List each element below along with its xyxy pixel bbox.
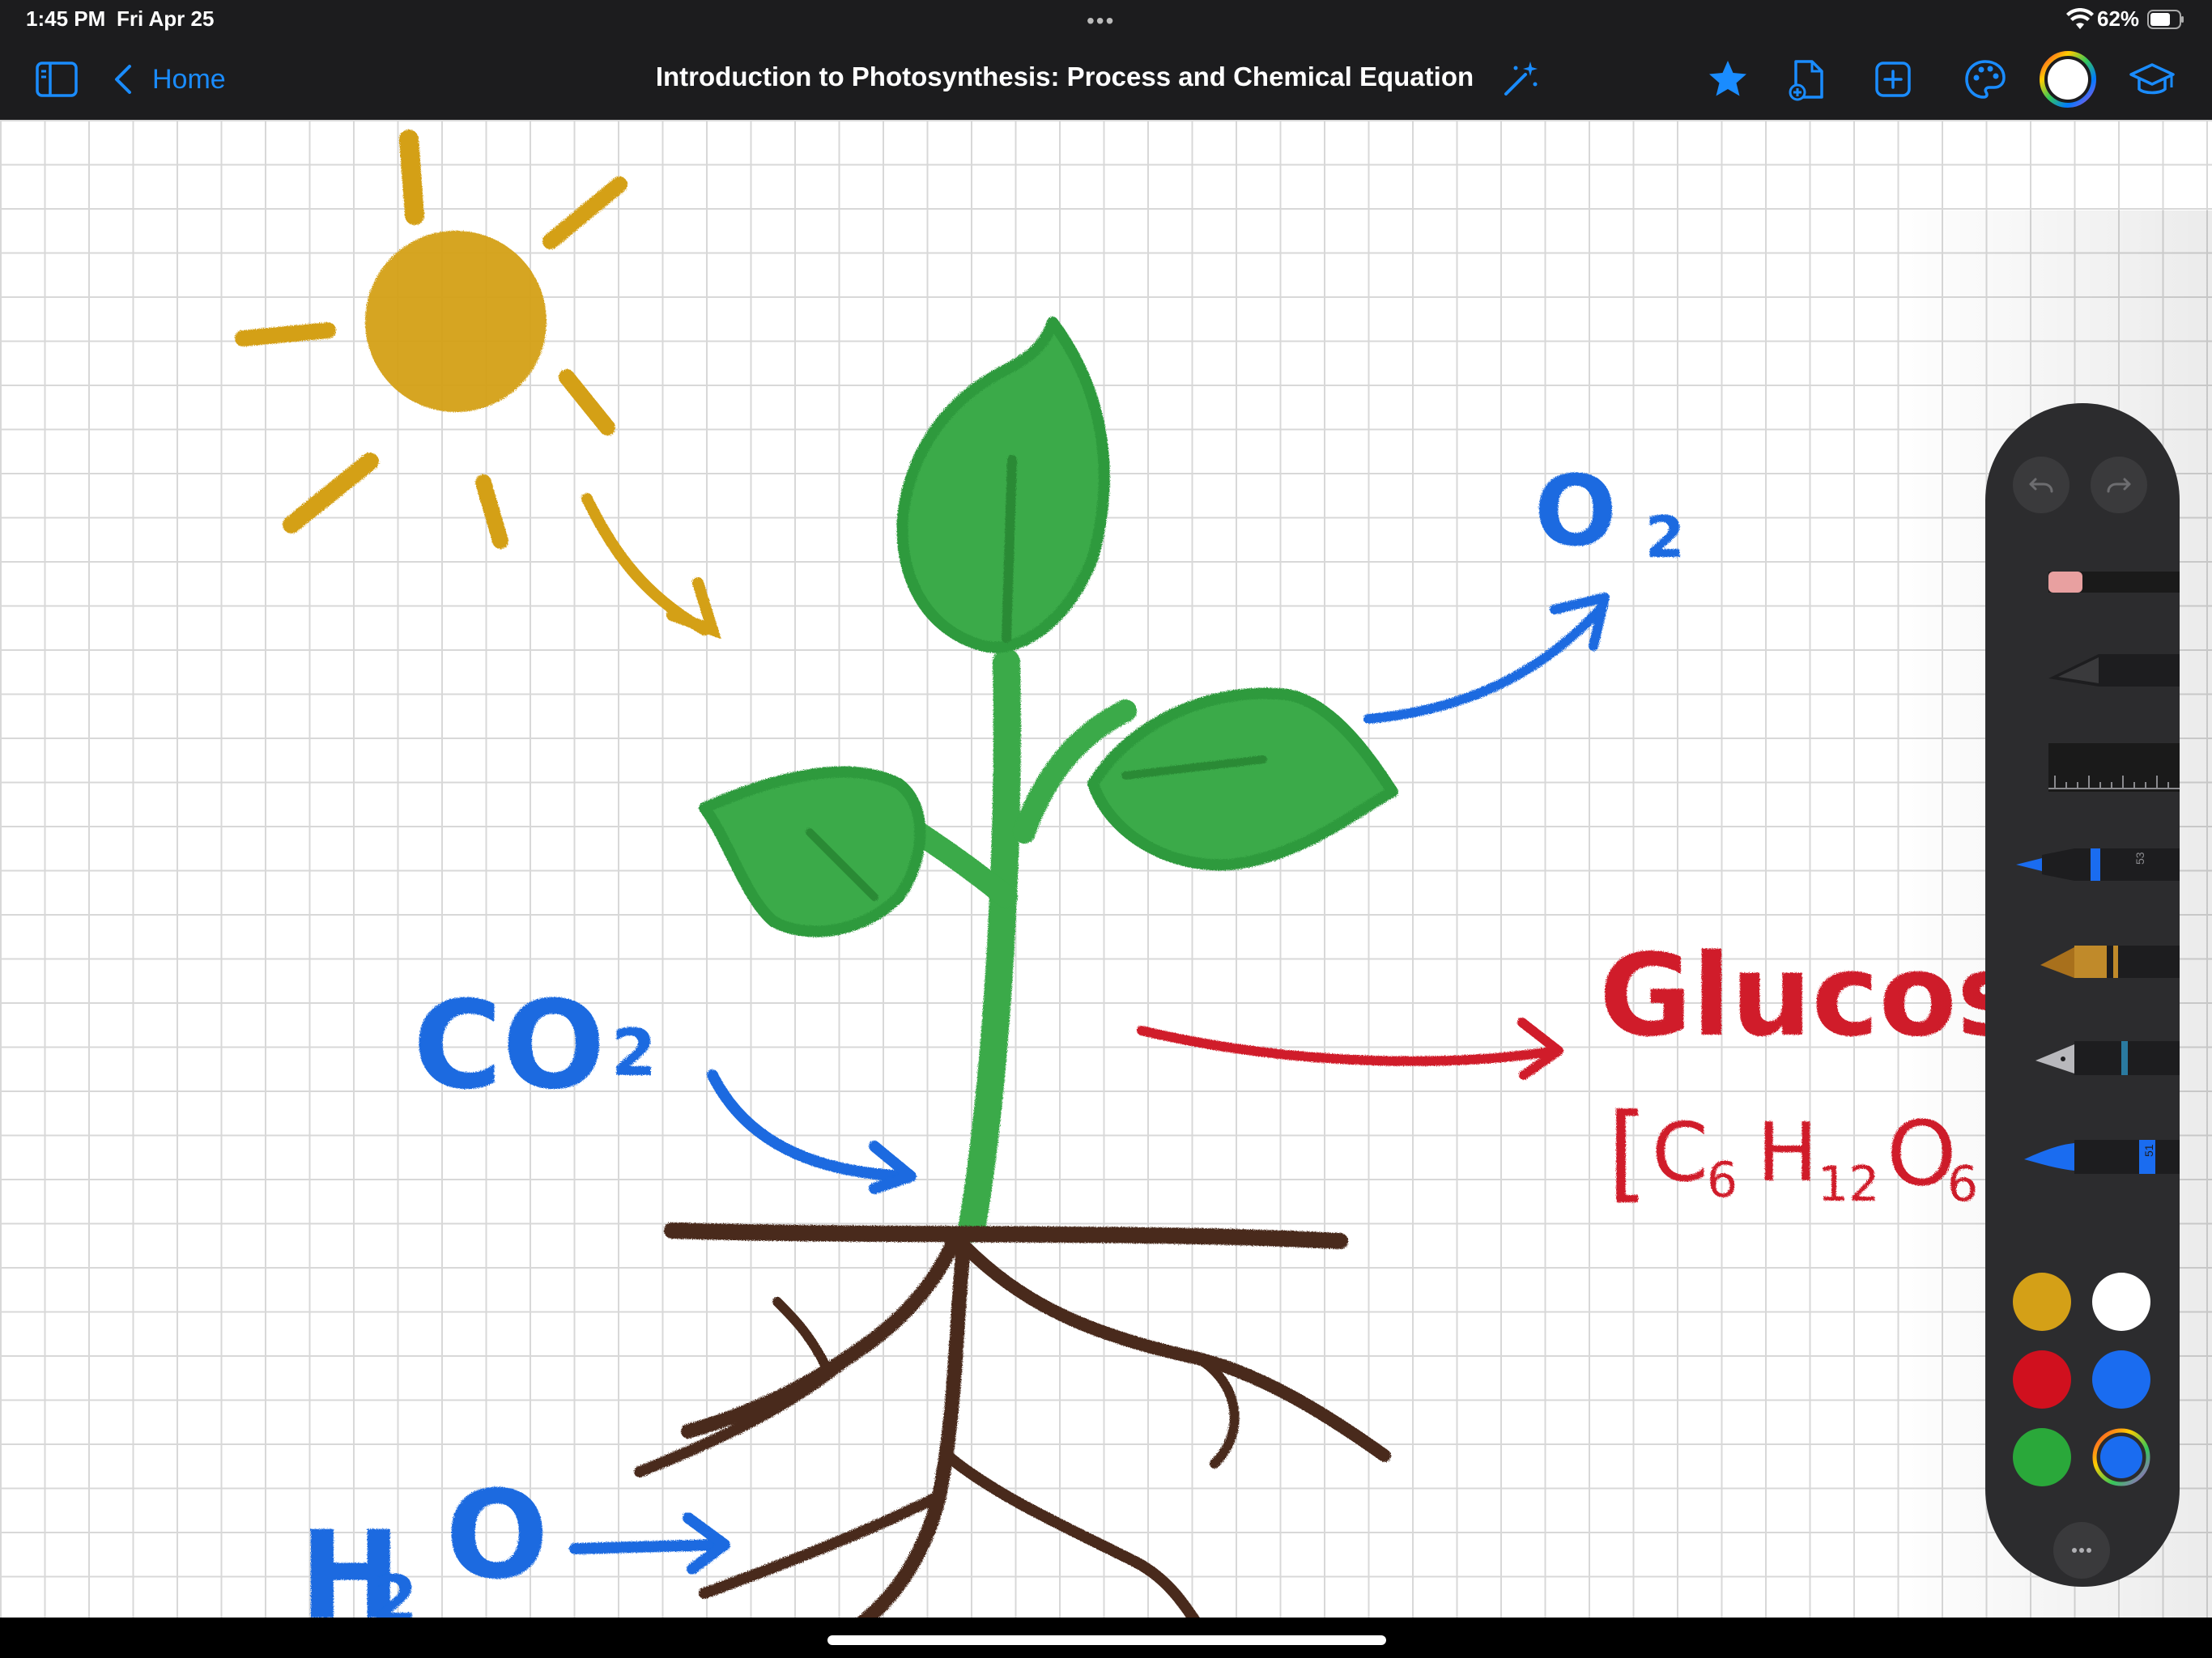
fineliner-tool[interactable]: 53 [1985,840,2180,889]
co2-label: CO [413,976,606,1116]
brush-pen-tool[interactable]: 51 [1985,1132,2180,1180]
glucose-formula-c: C [1652,1105,1708,1200]
redo-icon [2107,478,2131,493]
insert-plus-icon[interactable] [1870,57,1916,102]
add-page-icon[interactable] [1784,57,1830,102]
graduation-cap-icon[interactable] [2129,57,2175,102]
glucose-arrow [1137,1018,1563,1080]
multitasking-dots-icon[interactable]: ••• [1087,8,1115,34]
battery-percent: 62% [2097,6,2140,31]
color-swatch-blue[interactable] [2092,1350,2150,1409]
home-label: Home [152,63,226,95]
co2-arrow [707,1069,917,1194]
magic-wand-icon[interactable] [1498,57,1543,102]
ruler-tool[interactable] [1985,743,2180,792]
home-indicator[interactable] [827,1635,1386,1645]
color-swatch-selected-blue[interactable] [2092,1428,2150,1486]
redo-button[interactable] [2091,457,2147,513]
fineliner-size: 53 [2133,852,2146,865]
glucose-formula-bracket: [ [1607,1090,1648,1214]
glucose-formula-12: 12 [1818,1156,1879,1213]
plant-drawing [699,317,1398,1243]
sidebar-toggle-icon[interactable] [34,57,79,102]
eraser-tool[interactable] [1985,565,2180,614]
more-options-button[interactable] [2053,1522,2110,1579]
color-swatch-green[interactable] [2013,1428,2071,1486]
battery-icon [2147,10,2184,29]
roots-drawing [634,1222,1391,1618]
oxygen-label: O [1534,456,1617,568]
color-palette-icon[interactable] [1963,57,2008,102]
status-bar: 1:45 PM Fri Apr 25 ••• 62% [0,0,2212,39]
h2o-subscript: 2 [372,1562,418,1618]
status-time: 1:45 PM [26,6,106,31]
photosynthesis-drawing: O 2 CO 2 H 2 O Glucose [ C 6 H 12 O 6 [235,130,2101,1618]
color-swatch-yellow[interactable] [2013,1273,2071,1331]
glucose-formula-6a: 6 [1707,1152,1738,1209]
oxygen-arrow [1363,593,1610,724]
document-title[interactable]: Introduction to Photosynthesis: Process … [567,62,1563,92]
note-canvas[interactable]: O 2 CO 2 H 2 O Glucose [ C 6 H 12 O 6 [0,120,2212,1618]
fountain-pen-tool[interactable] [1985,1033,2180,1082]
current-color-ring-icon[interactable] [2039,50,2097,108]
color-swatch-white[interactable] [2092,1273,2150,1331]
glucose-formula-h: H [1757,1105,1818,1200]
undo-icon [2029,478,2053,493]
ellipsis-icon [2072,1548,2091,1553]
h2o-o: O [445,1465,549,1606]
status-date: Fri Apr 25 [117,6,215,31]
document-toolbar: Home Introduction to Photosynthesis: Pro… [0,39,2212,120]
brush-pen-size: 51 [2142,1144,2155,1157]
undo-button[interactable] [2013,457,2069,513]
tool-palette[interactable]: 53 51 [1985,403,2180,1587]
color-swatch-red[interactable] [2013,1350,2071,1409]
h2o-arrow [569,1512,730,1575]
chevron-left-icon [115,65,131,94]
oxygen-subscript: 2 [1645,504,1685,571]
home-back-button[interactable]: Home [112,60,226,99]
crayon-tool[interactable] [1985,937,2180,986]
favorite-star-icon[interactable] [1705,57,1750,102]
wifi-icon [2066,8,2094,29]
pencil-tool[interactable] [1985,646,2180,695]
sun-drawing [235,130,721,640]
co2-subscript: 2 [611,1015,657,1090]
